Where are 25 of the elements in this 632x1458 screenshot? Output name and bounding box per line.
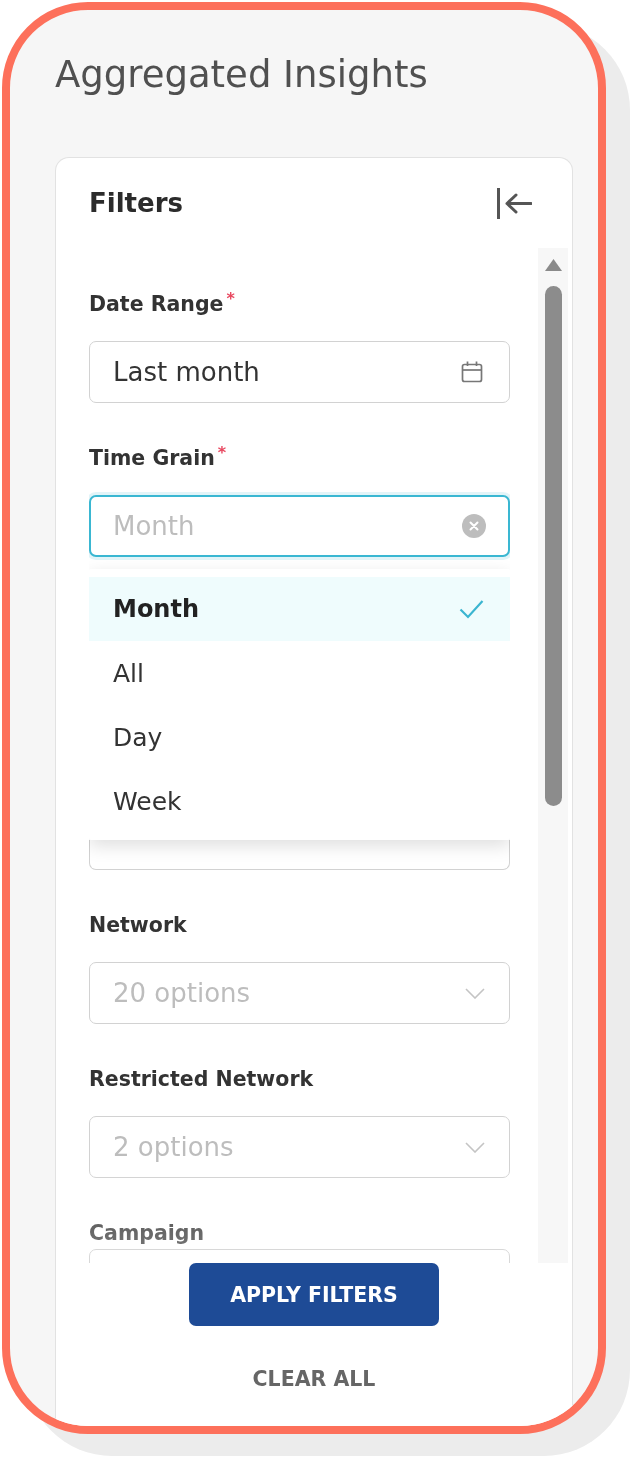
dropdown-option[interactable]: Week [89,769,510,833]
field-label: Campaign [89,1220,205,1246]
collapse-icon[interactable] [497,187,532,219]
calendar-icon [461,361,483,383]
scrollbar-thumb[interactable] [544,286,562,806]
select-field[interactable] [89,840,510,870]
checkmark-icon [459,599,484,619]
page-title: Aggregated Insights [55,53,428,97]
required-mark: * [217,445,227,461]
date-field[interactable]: Last month [89,341,510,403]
field-label: Time Grain [89,445,215,471]
chevron-down-icon [465,987,485,999]
field-label: Restricted Network [89,1066,314,1092]
scroll-up-icon[interactable] [544,259,562,271]
dropdown-option[interactable]: Day [89,705,510,769]
clear-icon[interactable] [462,514,486,538]
panel-title: Filters [89,187,183,220]
dropdown-option[interactable]: All [89,641,510,705]
chevron-down-icon [465,1141,485,1153]
field-label: Date Range [89,291,224,317]
dropdown-option[interactable]: Month [89,577,510,641]
required-mark: * [226,291,235,307]
clear-all-button[interactable]: CLEAR ALL [236,1358,392,1400]
apply-filters-button[interactable]: APPLY FILTERS [189,1263,439,1326]
field-label: Network [89,912,187,938]
